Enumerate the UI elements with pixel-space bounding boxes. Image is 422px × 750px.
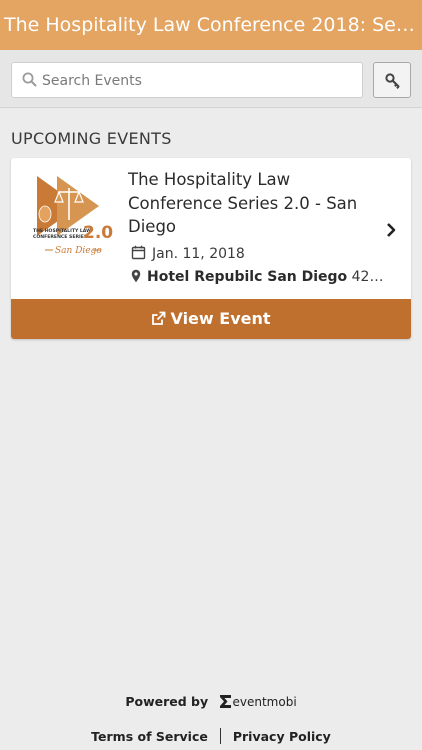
app-title: The Hospitality Law Conference 2018: Ser… <box>4 14 422 36</box>
footer-divider <box>219 728 221 744</box>
section-title: UPCOMING EVENTS <box>11 129 172 148</box>
search-bar <box>0 50 422 108</box>
event-date-row: Jan. 11, 2018 <box>131 245 386 262</box>
key-icon <box>385 73 400 90</box>
privacy-link[interactable]: Privacy Policy <box>233 729 331 744</box>
map-pin-icon <box>131 269 141 283</box>
search-input[interactable] <box>40 63 362 99</box>
event-date: Jan. 11, 2018 <box>152 246 245 262</box>
powered-by: Powered by eventmobi <box>0 694 422 709</box>
event-logo: THE HOSPITALITY LAW CONFERENCE SERIES 2.… <box>33 176 113 256</box>
external-link-icon <box>152 311 166 325</box>
chevron-right-icon[interactable] <box>385 222 397 238</box>
event-title[interactable]: The Hospitality Law Conference Series 2.… <box>128 168 378 239</box>
footer-links: Terms of Service Privacy Policy <box>0 728 422 744</box>
eventmobi-brand[interactable]: eventmobi <box>233 695 297 709</box>
search-icon <box>22 72 37 87</box>
search-field[interactable] <box>11 62 363 99</box>
view-event-button[interactable]: View Event <box>11 299 411 339</box>
eventmobi-logo-icon <box>219 695 231 708</box>
powered-by-label: Powered by <box>125 694 209 709</box>
event-address: 421 W … <box>351 269 386 285</box>
app-title-bar: The Hospitality Law Conference 2018: Ser… <box>0 0 422 50</box>
event-venue: Hotel Repubilc San Diego <box>147 269 348 285</box>
terms-link[interactable]: Terms of Service <box>91 729 208 744</box>
svg-text:CONFERENCE SERIES: CONFERENCE SERIES <box>33 234 87 240</box>
svg-text:2.0: 2.0 <box>83 223 113 243</box>
event-location-row: Hotel Repubilc San Diego 421 W … <box>131 269 386 285</box>
view-event-label: View Event <box>170 309 271 328</box>
access-code-button[interactable] <box>373 62 411 98</box>
calendar-icon <box>131 245 146 260</box>
event-card[interactable]: THE HOSPITALITY LAW CONFERENCE SERIES 2.… <box>11 158 411 339</box>
svg-text:San Diego: San Diego <box>55 246 102 256</box>
